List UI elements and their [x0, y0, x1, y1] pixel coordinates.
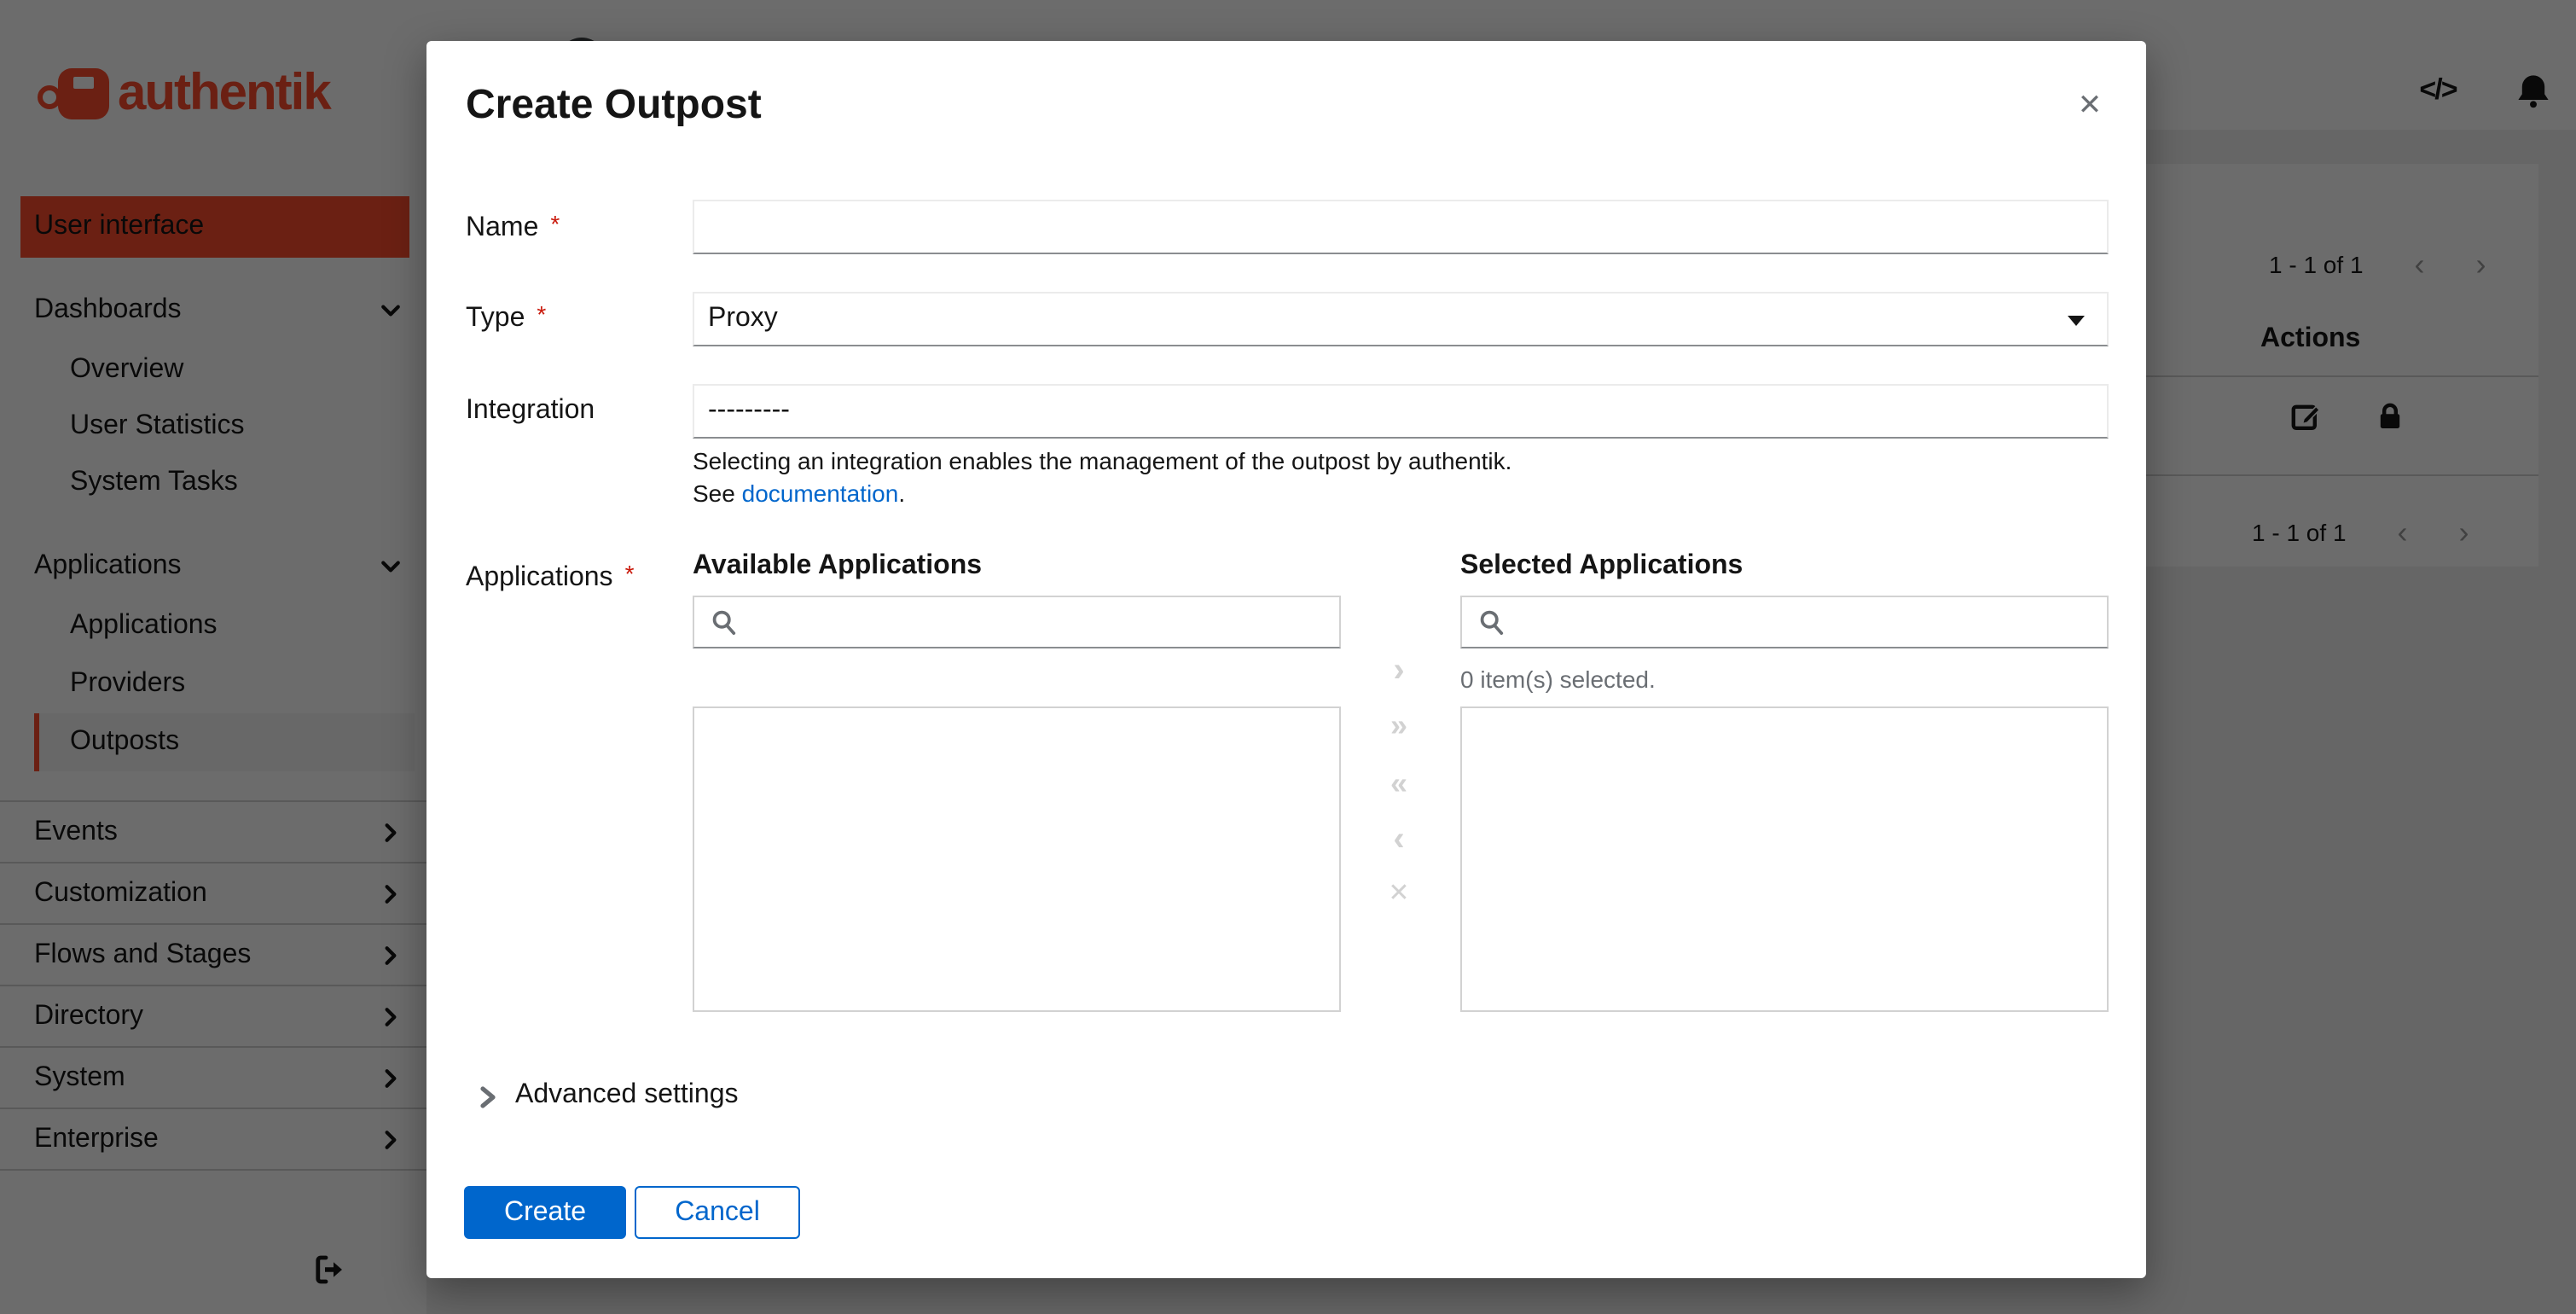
type-label: Type * — [466, 300, 547, 333]
remove-selected-button[interactable]: ‹ — [1368, 823, 1430, 857]
selected-search-input[interactable] — [1460, 596, 2109, 648]
create-outpost-modal: Create Outpost ✕ Name * Type * Proxy Integ… — [426, 41, 2146, 1278]
close-button[interactable]: ✕ — [2068, 84, 2112, 128]
selected-applications-list[interactable] — [1460, 706, 2109, 1012]
integration-help-text: Selecting an integration enables the man… — [693, 447, 1512, 474]
name-label: Name * — [466, 210, 560, 242]
applications-label: Applications * — [466, 560, 635, 592]
selected-applications-title: Selected Applications — [1460, 551, 1743, 580]
documentation-link[interactable]: documentation — [742, 480, 899, 507]
required-asterisk: * — [624, 560, 635, 587]
search-icon — [1480, 610, 1504, 635]
required-asterisk: * — [537, 300, 547, 328]
page: authentik </> User interface Dashboards … — [0, 0, 2576, 1314]
integration-doc-line: See documentation. — [693, 480, 906, 507]
selected-count-status: 0 item(s) selected. — [1460, 666, 1656, 693]
caret-down-icon — [2068, 316, 2085, 326]
type-select[interactable]: Proxy — [693, 292, 2109, 346]
required-asterisk: * — [550, 210, 560, 237]
modal-title: Create Outpost — [466, 82, 762, 128]
available-search-input[interactable] — [693, 596, 1341, 648]
remove-all-button[interactable]: « — [1368, 768, 1430, 799]
advanced-settings-toggle[interactable]: Advanced settings — [515, 1080, 739, 1111]
integration-label: Integration — [466, 396, 595, 425]
add-all-button[interactable]: » — [1368, 710, 1430, 741]
cancel-button[interactable]: Cancel — [635, 1186, 800, 1239]
add-selected-button[interactable]: › — [1368, 654, 1430, 688]
search-icon — [712, 610, 736, 635]
available-applications-title: Available Applications — [693, 551, 983, 580]
integration-select[interactable]: --------- — [693, 384, 2109, 439]
clear-selection-button[interactable]: ✕ — [1368, 881, 1430, 906]
available-applications-list[interactable] — [693, 706, 1341, 1012]
close-icon: ✕ — [2077, 89, 2103, 121]
create-button[interactable]: Create — [464, 1186, 626, 1239]
name-input[interactable] — [693, 200, 2109, 254]
chevron-right-icon[interactable] — [478, 1085, 498, 1109]
